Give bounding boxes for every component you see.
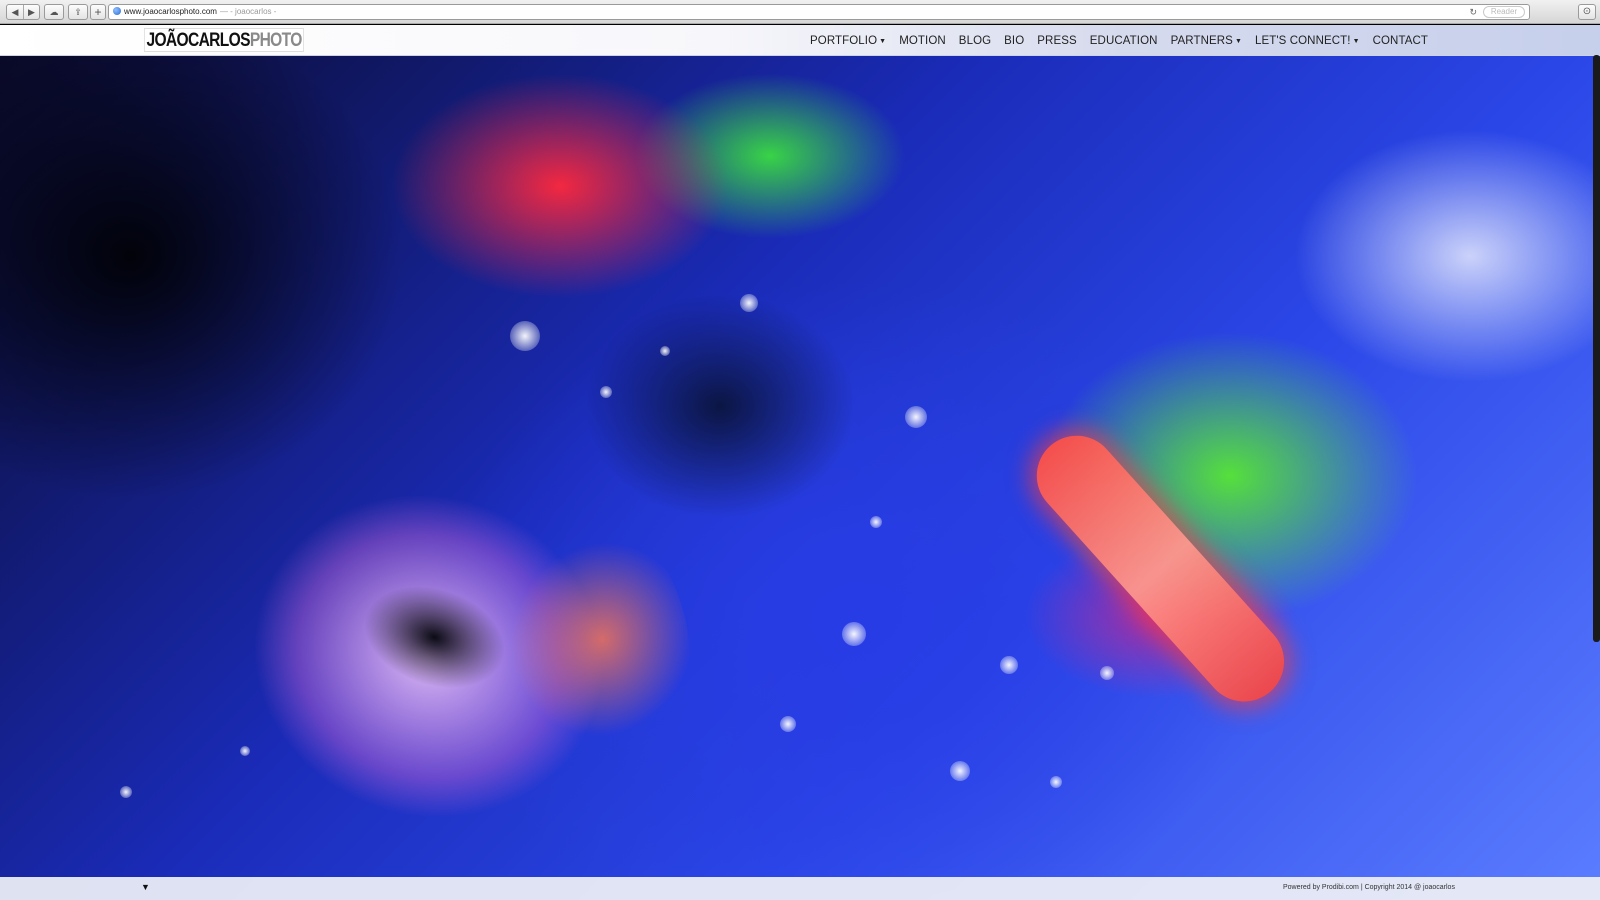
forward-icon[interactable]: ▶ bbox=[23, 5, 39, 19]
lips-shape bbox=[176, 385, 744, 900]
reader-button[interactable]: Reader bbox=[1483, 6, 1525, 18]
nav-portfolio[interactable]: PORTFOLIO ▼ bbox=[810, 35, 886, 47]
logo-bold-text: JOÃOCARLOS bbox=[146, 30, 250, 51]
main-nav: PORTFOLIO ▼ MOTION BLOG BIO PRESS EDUCATI… bbox=[810, 25, 1428, 56]
url-text: www.joaocarlosphoto.com bbox=[124, 7, 217, 16]
page-title-text: — - joaocarlos - bbox=[219, 7, 277, 16]
history-nav: ◀ ▶ bbox=[6, 4, 40, 20]
share-icon[interactable]: ⇪ bbox=[68, 4, 88, 20]
site-favicon-icon bbox=[113, 7, 121, 15]
new-tab-icon[interactable]: + bbox=[90, 4, 106, 20]
copyright-text: Powered by Prodibi.com | Copyright 2014 … bbox=[1283, 884, 1455, 891]
nav-education[interactable]: EDUCATION bbox=[1090, 35, 1158, 47]
reload-icon[interactable]: ↻ bbox=[1469, 5, 1477, 19]
nav-partners[interactable]: PARTNERS ▼ bbox=[1171, 35, 1242, 47]
logo-light-text: PHOTO bbox=[249, 30, 302, 51]
nav-motion[interactable]: MOTION bbox=[899, 35, 946, 47]
hero-photo bbox=[0, 56, 1600, 900]
nav-lets-connect[interactable]: LET'S CONNECT! ▼ bbox=[1255, 35, 1360, 47]
caret-down-icon: ▼ bbox=[1234, 37, 1242, 45]
caret-down-icon: ▼ bbox=[1352, 37, 1360, 45]
address-bar[interactable]: www.joaocarlosphoto.com — - joaocarlos - … bbox=[108, 4, 1530, 20]
nav-blog[interactable]: BLOG bbox=[959, 35, 991, 47]
site-header: JOÃOCARLOSPHOTO PORTFOLIO ▼ MOTION BLOG B… bbox=[0, 25, 1600, 56]
nav-bio[interactable]: BIO bbox=[1004, 35, 1024, 47]
site-logo[interactable]: JOÃOCARLOSPHOTO bbox=[144, 28, 305, 52]
web-page: JOÃOCARLOSPHOTO PORTFOLIO ▼ MOTION BLOG B… bbox=[0, 25, 1600, 900]
window-scrollbar[interactable] bbox=[1593, 55, 1600, 642]
eyelash-shape bbox=[1020, 419, 1301, 719]
site-footer: ▼ Powered by Prodibi.com | Copyright 201… bbox=[0, 877, 1600, 900]
nav-contact[interactable]: CONTACT bbox=[1373, 35, 1428, 47]
back-icon[interactable]: ◀ bbox=[7, 5, 23, 19]
caret-down-icon: ▼ bbox=[879, 37, 887, 45]
nav-press[interactable]: PRESS bbox=[1037, 35, 1077, 47]
downloads-icon[interactable]: ⊙ bbox=[1578, 4, 1596, 20]
icloud-tabs-icon[interactable]: ☁ bbox=[44, 4, 64, 20]
scroll-down-icon[interactable]: ▼ bbox=[141, 882, 150, 892]
browser-toolbar: ◀ ▶ ☁ ⇪ + www.joaocarlosphoto.com — - joao… bbox=[0, 0, 1600, 24]
